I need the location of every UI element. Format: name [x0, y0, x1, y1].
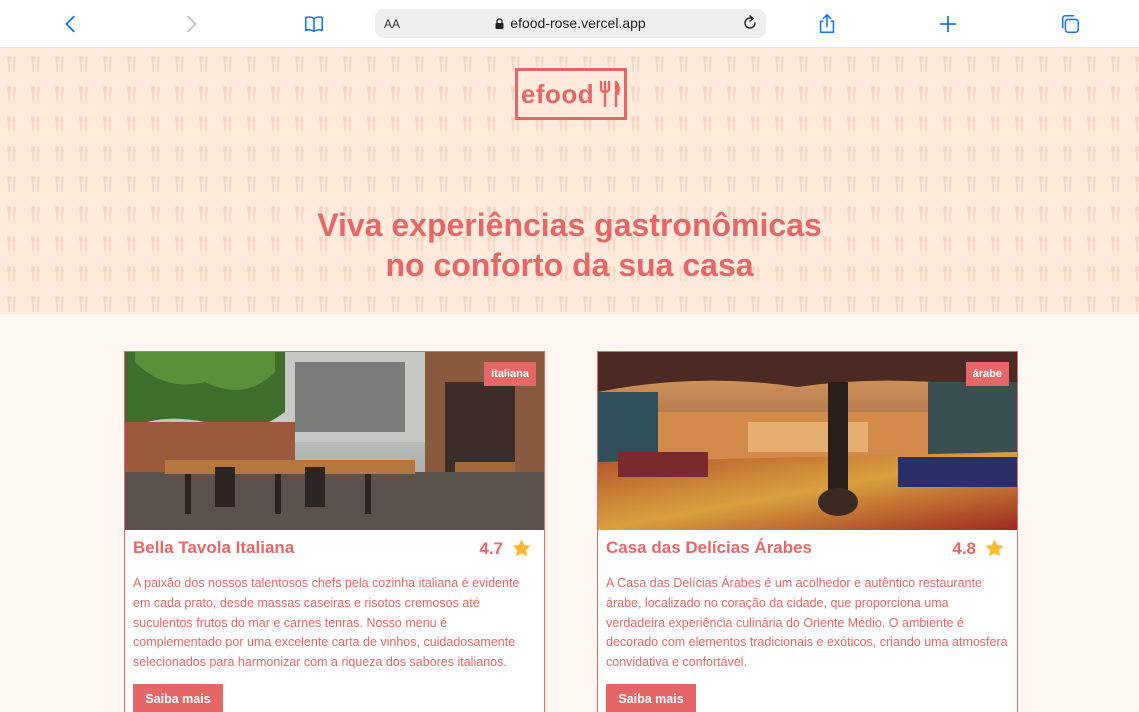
- forward-button[interactable]: [175, 8, 207, 40]
- new-tab-button[interactable]: [932, 8, 964, 40]
- url-display: efood-rose.vercel.app: [375, 15, 766, 31]
- restaurant-description: A paixão dos nossos talentosos chefs pel…: [133, 576, 520, 670]
- rating: 4.8: [952, 538, 1005, 559]
- category-tag: italiana: [484, 362, 536, 386]
- plus-icon: [939, 15, 957, 33]
- tabs-button[interactable]: [1054, 8, 1086, 40]
- book-icon: [304, 16, 324, 33]
- restaurant-photo-arabic: [598, 352, 1017, 530]
- reload-icon[interactable]: [740, 13, 760, 33]
- hero-headline: Viva experiências gastronômicas no confo…: [0, 205, 1139, 285]
- logo-text: efood: [520, 78, 595, 109]
- lock-icon: [495, 18, 504, 29]
- address-bar[interactable]: AA efood-rose.vercel.app: [375, 9, 766, 38]
- back-button[interactable]: [55, 8, 87, 40]
- rating-value: 4.7: [479, 538, 503, 558]
- restaurant-description: A Casa das Delícias Árabes é um acolhedo…: [606, 576, 1008, 670]
- hero-banner: efood Viva experiências gastronômicas no…: [0, 48, 1139, 314]
- star-icon: [984, 538, 1005, 559]
- url-text: efood-rose.vercel.app: [510, 15, 646, 31]
- saiba-mais-button[interactable]: Saiba mais: [133, 684, 223, 712]
- saiba-mais-button[interactable]: Saiba mais: [606, 684, 696, 712]
- rating-value: 4.8: [952, 538, 976, 558]
- restaurant-card[interactable]: árabe Casa das Delícias Árabes 4.8 A Cas…: [597, 351, 1018, 712]
- restaurant-card[interactable]: italiana Bella Tavola Italiana 4.7 A pai…: [124, 351, 545, 712]
- share-icon: [819, 14, 835, 34]
- chevron-left-icon: [65, 15, 75, 33]
- restaurant-name: Bella Tavola Italiana: [133, 538, 295, 557]
- star-icon: [511, 538, 532, 559]
- headline-line-1: Viva experiências gastronômicas: [317, 207, 822, 243]
- restaurant-name: Casa das Delícias Árabes: [606, 538, 813, 557]
- browser-toolbar: AA efood-rose.vercel.app: [0, 0, 1139, 48]
- rating: 4.7: [479, 538, 532, 559]
- restaurant-photo-italian: [125, 352, 544, 530]
- category-tag: árabe: [965, 362, 1009, 386]
- headline-line-2: no conforto da sua casa: [385, 247, 754, 283]
- cutlery-icon: [599, 80, 620, 108]
- efood-logo[interactable]: efood: [515, 68, 627, 120]
- share-button[interactable]: [811, 8, 843, 40]
- tabs-icon: [1061, 14, 1080, 34]
- bookmarks-button[interactable]: [298, 8, 330, 40]
- chevron-right-icon: [187, 15, 197, 33]
